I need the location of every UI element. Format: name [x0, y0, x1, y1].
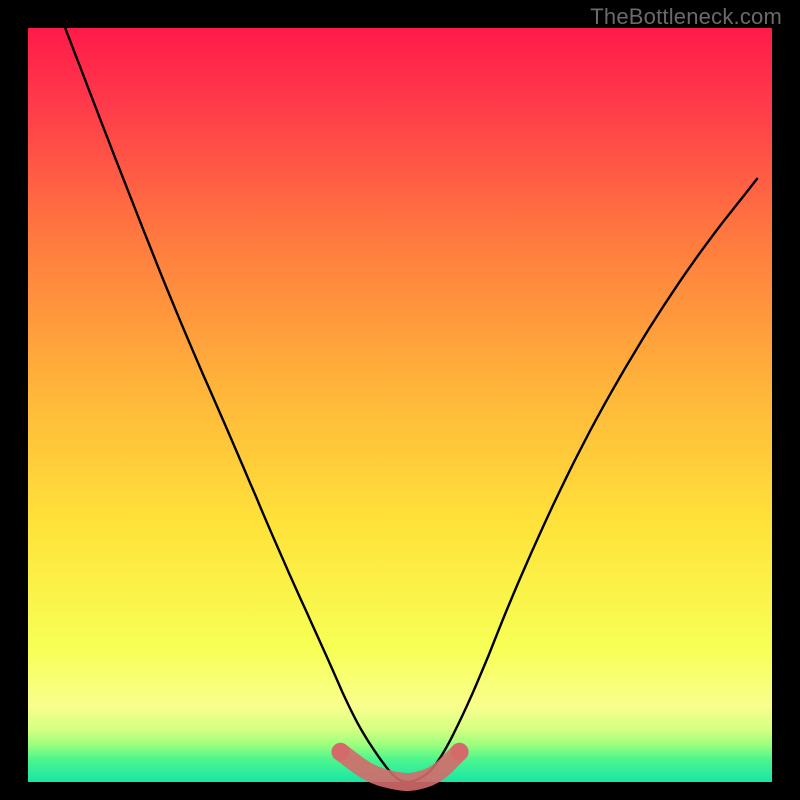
- highlight-dot-left: [331, 743, 349, 761]
- plot-background: [28, 28, 772, 782]
- chart-frame: TheBottleneck.com: [0, 0, 800, 800]
- bottleneck-chart: [0, 0, 800, 800]
- highlight-dot-right: [451, 743, 469, 761]
